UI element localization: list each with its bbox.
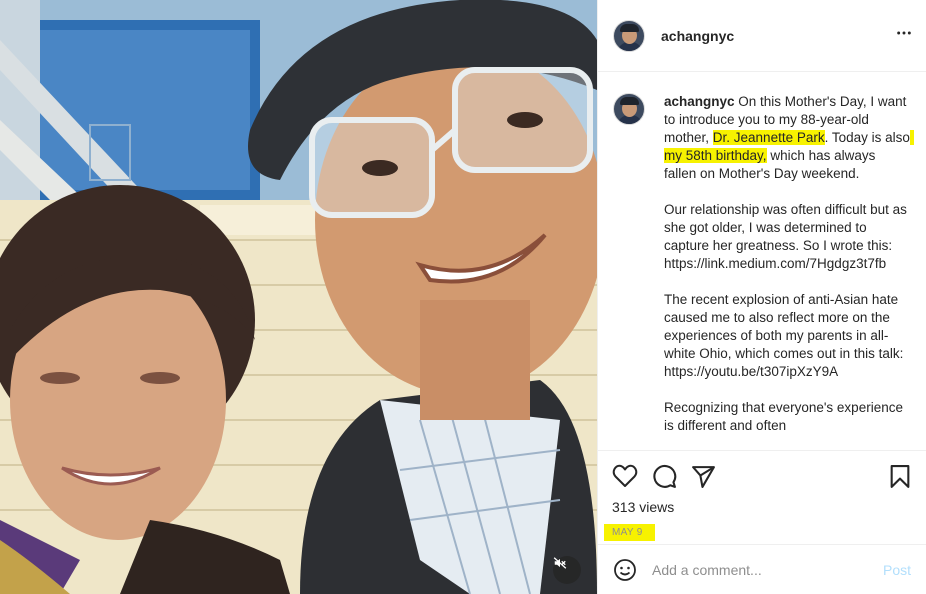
caption-avatar[interactable] — [613, 93, 645, 125]
caption-highlight-name: Dr. Jeannette Park — [712, 130, 825, 145]
bookmark-icon — [890, 464, 910, 488]
post-media[interactable] — [0, 0, 597, 594]
comment-icon — [653, 464, 677, 488]
caption-text: achangnyc On this Mother's Day, I want t… — [664, 93, 914, 435]
post-comment-button[interactable]: Post — [883, 562, 911, 578]
share-button[interactable] — [691, 464, 716, 489]
post-panel: achangnyc achangnyc On this Mother's Day… — [597, 0, 926, 594]
smiley-icon — [614, 558, 636, 581]
like-button[interactable] — [612, 464, 638, 488]
speaker-muted-icon — [553, 557, 567, 569]
caption-segment: which has always fallen on Mother's Day … — [664, 148, 907, 433]
view-count[interactable]: 313 views — [612, 499, 911, 515]
caption-area: achangnyc On this Mother's Day, I want t… — [598, 73, 926, 450]
comment-button[interactable] — [652, 464, 677, 489]
comment-bar: Post — [598, 544, 926, 594]
author-username[interactable]: achangnyc — [661, 28, 734, 44]
caption-username[interactable]: achangnyc — [664, 94, 735, 109]
video-frame — [0, 0, 597, 594]
heart-icon — [612, 464, 638, 487]
save-button[interactable] — [889, 464, 911, 489]
more-horizontal-icon — [897, 31, 911, 35]
mute-button[interactable] — [553, 556, 581, 584]
comment-input[interactable] — [652, 561, 862, 578]
paper-plane-icon — [692, 465, 715, 488]
caption-segment: . Today is also — [824, 130, 910, 145]
post-actions: 313 views MAY 9 — [598, 450, 926, 544]
post-header: achangnyc — [598, 0, 926, 72]
avatar[interactable] — [613, 19, 645, 52]
more-options-button[interactable] — [896, 25, 912, 46]
post-date[interactable]: MAY 9 — [604, 524, 655, 541]
emoji-button[interactable] — [613, 558, 637, 582]
